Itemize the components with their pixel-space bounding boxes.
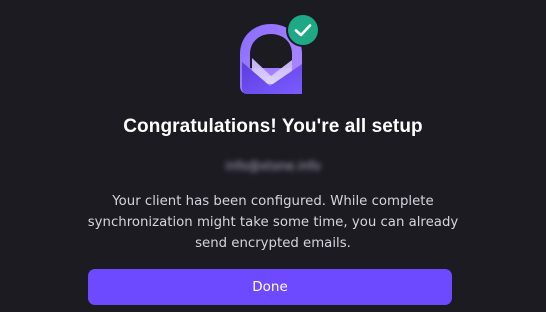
check-icon [286, 13, 320, 47]
dialog-message: Your client has been configured. While c… [0, 191, 546, 254]
app-logo [238, 13, 324, 96]
account-email: info@xtone.info [225, 159, 321, 173]
dialog-title: Congratulations! You're all setup [123, 116, 423, 137]
message-line: synchronization might take some time, yo… [87, 215, 459, 230]
message-line: Your client has been configured. While c… [112, 194, 434, 209]
setup-complete-dialog: Congratulations! You're all setup info@x… [0, 0, 546, 312]
message-line: send encrypted emails. [195, 236, 351, 251]
done-button[interactable]: Done [88, 269, 452, 305]
